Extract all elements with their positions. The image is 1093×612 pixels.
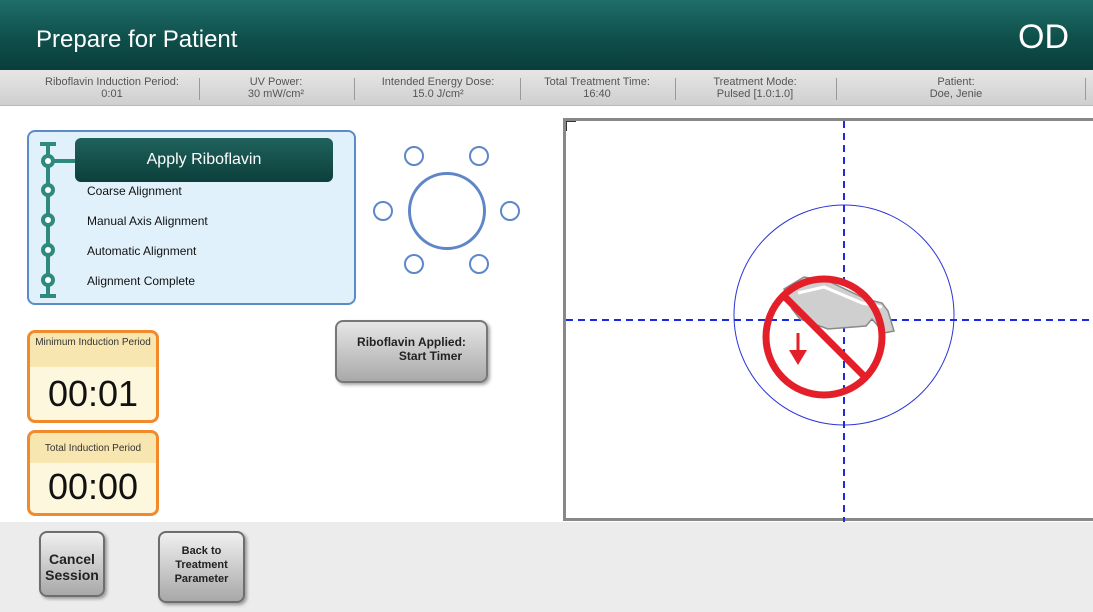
info-label: Patient: (937, 76, 975, 88)
rail-cap-top (40, 142, 56, 146)
step-node (41, 183, 55, 197)
step-coarse-alignment: Coarse Alignment (87, 184, 182, 198)
timer-label: Minimum Induction Period (30, 333, 156, 367)
step-node (41, 213, 55, 227)
step-manual-axis-alignment: Manual Axis Alignment (87, 214, 208, 228)
button-label: Treatment (175, 559, 228, 571)
header-bar: Prepare for Patient OD (0, 0, 1093, 70)
info-induction-period: Riboflavin Induction Period: 0:01 (28, 76, 196, 102)
step-alignment-complete: Alignment Complete (87, 274, 196, 288)
info-label: Intended Energy Dose: (381, 76, 495, 88)
timer-label: Total Induction Period (30, 433, 156, 463)
treatment-info-bar: Riboflavin Induction Period: 0:01 UV Pow… (0, 70, 1093, 106)
divider (354, 78, 355, 100)
ring-dot-icon (404, 146, 424, 166)
info-label: UV Power: (249, 76, 303, 88)
workflow-steps-panel: Apply Riboflavin Coarse Alignment Manual… (27, 130, 356, 305)
info-value: 15.0 J/cm² (412, 88, 464, 100)
step-apply-riboflavin: Apply Riboflavin (75, 138, 333, 182)
eye-indicator: OD (1018, 18, 1069, 56)
back-to-treatment-parameter-button[interactable]: Back to Treatment Parameter (158, 531, 245, 603)
info-value: 16:40 (583, 88, 611, 100)
info-patient: Patient: Doe, Jenie (840, 76, 1072, 102)
info-label: Riboflavin Induction Period: (45, 76, 179, 88)
page-title: Prepare for Patient (36, 26, 238, 53)
info-treatment-mode: Treatment Mode: Pulsed [1.0:1.0] (680, 76, 830, 102)
start-timer-button[interactable]: Riboflavin Applied: Start Timer (335, 320, 488, 383)
ring-dot-icon (404, 254, 424, 274)
divider (1085, 78, 1086, 100)
button-label: Riboflavin Applied: (357, 335, 466, 349)
timer-value: 00:00 (47, 466, 139, 507)
minimum-induction-timer: Minimum Induction Period 00:01 (27, 330, 159, 423)
info-value: 0:01 (101, 88, 123, 100)
rail-cap-bottom (40, 294, 56, 298)
camera-overlay (566, 121, 1093, 524)
info-value: Doe, Jenie (929, 88, 983, 100)
ring-dot-icon (373, 201, 393, 221)
divider (836, 78, 837, 100)
timer-value: 00:01 (47, 373, 139, 414)
info-uv-power: UV Power: 30 mW/cm² (204, 76, 348, 102)
step-node (41, 243, 55, 257)
info-label: Treatment Mode: (713, 76, 797, 88)
button-label: Session (45, 567, 99, 583)
step-connector (53, 159, 75, 163)
divider (675, 78, 676, 100)
cancel-session-button[interactable]: Cancel Session (39, 531, 105, 597)
divider (199, 78, 200, 100)
camera-view (563, 118, 1093, 524)
info-label: Total Treatment Time: (544, 76, 650, 88)
info-energy-dose: Intended Energy Dose: 15.0 J/cm² (358, 76, 518, 102)
arrow-down-icon (789, 333, 807, 365)
button-label: Parameter (174, 573, 229, 585)
info-value: Pulsed [1.0:1.0] (716, 88, 794, 100)
center-ring-icon (408, 172, 486, 250)
ring-dot-icon (500, 201, 520, 221)
button-label: Start Timer (398, 349, 463, 363)
info-treatment-time: Total Treatment Time: 16:40 (524, 76, 670, 102)
info-value: 30 mW/cm² (247, 88, 305, 100)
footer-bar: Cancel Session Back to Treatment Paramet… (0, 522, 1093, 612)
button-label: Cancel (49, 551, 95, 567)
button-label: Back to (181, 545, 222, 557)
ring-dot-icon (469, 146, 489, 166)
total-induction-timer: Total Induction Period 00:00 (27, 430, 159, 516)
step-automatic-alignment: Automatic Alignment (87, 244, 197, 258)
divider (520, 78, 521, 100)
step-node (41, 273, 55, 287)
ring-dot-icon (469, 254, 489, 274)
